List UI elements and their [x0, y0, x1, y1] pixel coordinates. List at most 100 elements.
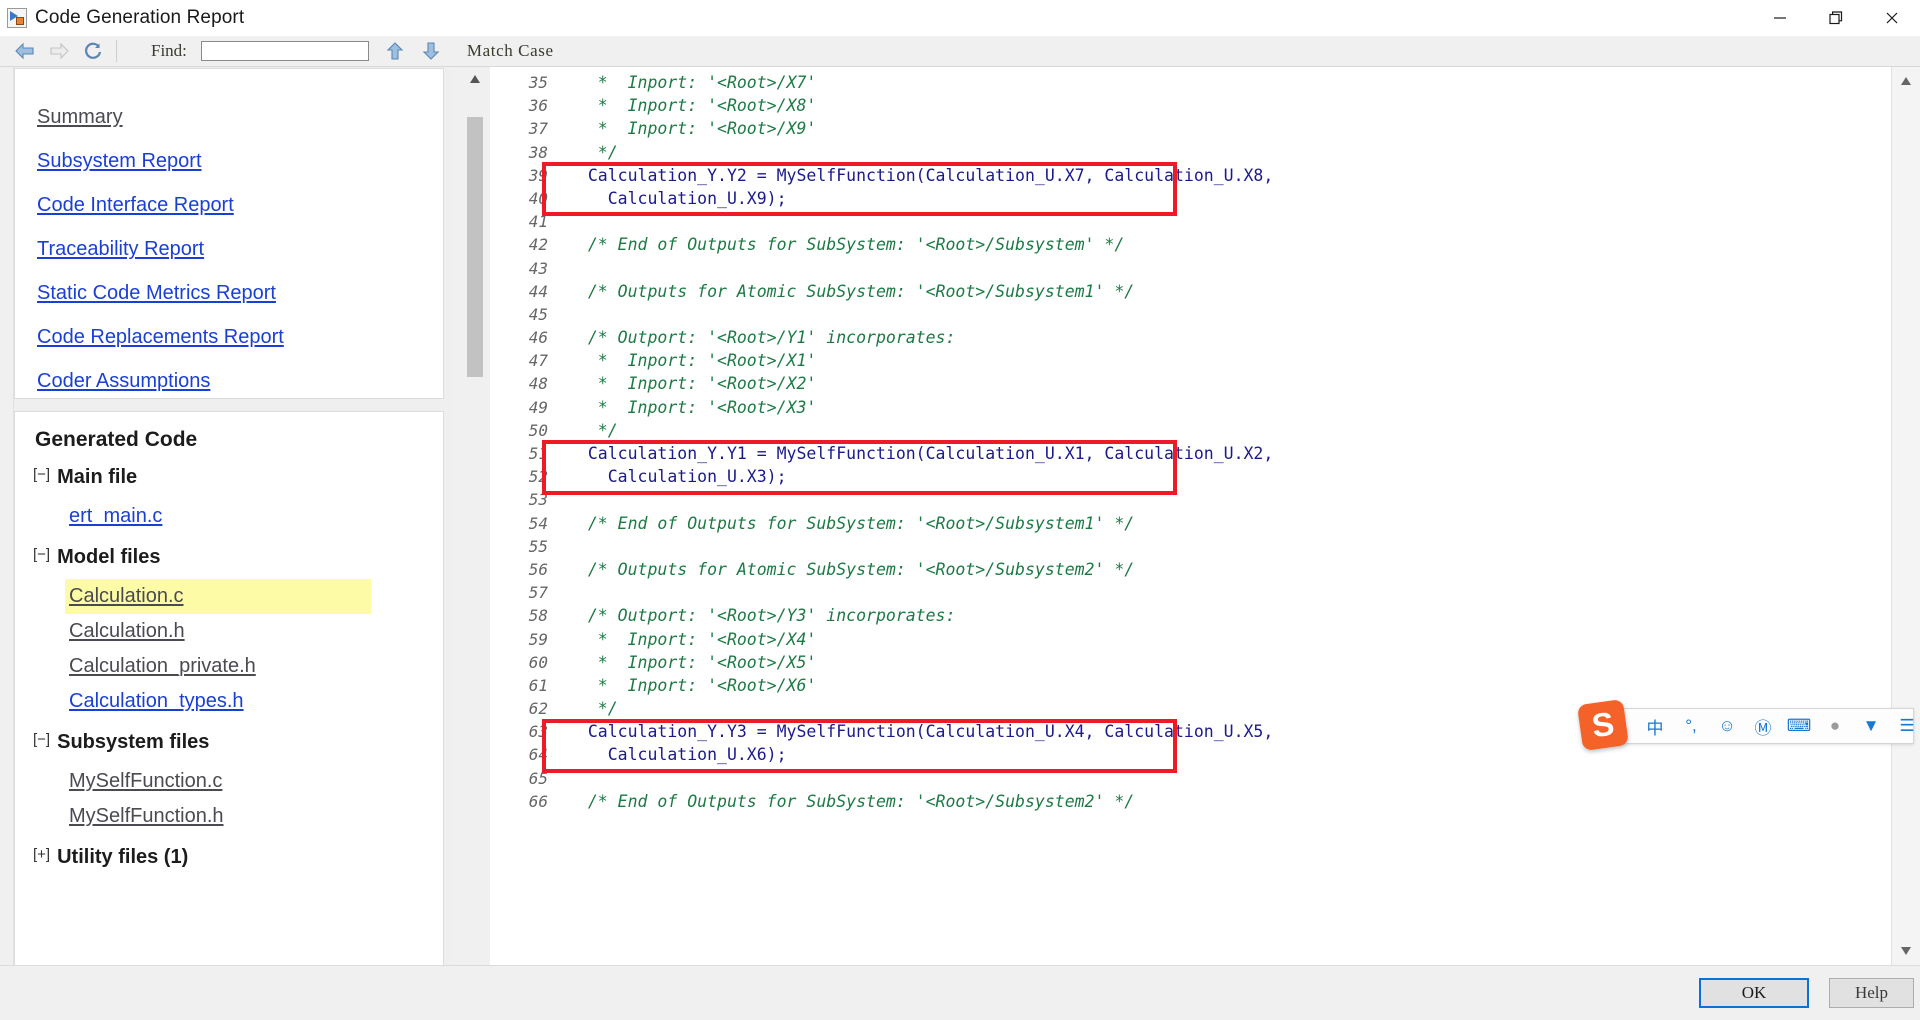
line-number: 50 — [528, 420, 548, 440]
line-number: 55 — [528, 536, 548, 556]
voice-input-icon[interactable]: Ⓜ — [1745, 709, 1781, 743]
line-number: 37 — [528, 119, 548, 139]
tree-file-link[interactable]: ert_main.c — [69, 499, 162, 534]
code-line: 53 — [490, 490, 1892, 513]
sidebar-report-link[interactable]: Code Replacements Report — [37, 315, 284, 359]
sogou-logo-icon[interactable]: S — [1577, 699, 1629, 751]
sidebar-report-link[interactable]: Static Code Metrics Report — [37, 271, 276, 315]
close-icon[interactable] — [1864, 0, 1920, 36]
code-line: 65 — [490, 769, 1892, 792]
report-links-panel: Summary Subsystem Report Code Interface Re… — [14, 68, 444, 399]
scroll-thumb[interactable] — [467, 117, 483, 377]
code-line: 39 Calculation_Y.Y2 = MySelfFunction(Cal… — [490, 166, 1892, 189]
tree-file-link[interactable]: Calculation.h — [69, 614, 185, 649]
forward-arrow-icon[interactable] — [42, 37, 76, 65]
line-number: 44 — [528, 281, 548, 301]
soft-keyboard-icon[interactable]: ⌨ — [1781, 709, 1817, 743]
find-toolbar: Find: Match Case — [0, 36, 1920, 67]
code-line: 61 * Inport: '<Root>/X6' — [490, 676, 1892, 699]
emoji-icon[interactable]: ☺ — [1709, 709, 1745, 743]
refresh-icon[interactable] — [76, 37, 110, 65]
sidebar-report-link[interactable]: Coder Assumptions — [37, 359, 210, 398]
collapse-icon[interactable]: [−] — [33, 731, 50, 748]
code-line: 57 — [490, 583, 1892, 606]
collapse-icon[interactable]: [−] — [33, 546, 50, 563]
line-number: 59 — [528, 629, 548, 649]
line-number: 42 — [528, 235, 548, 255]
tree-file-link[interactable]: Calculation.c — [65, 579, 371, 614]
tree-group-header[interactable]: [+] Utility files (1) — [33, 846, 443, 869]
chinese-mode-icon[interactable]: 中 — [1637, 709, 1673, 743]
collapse-icon[interactable]: [−] — [33, 466, 50, 483]
code-line: 44 /* Outputs for Atomic SubSystem: '<Ro… — [490, 282, 1892, 305]
expand-icon[interactable]: [+] — [33, 846, 50, 863]
line-number: 39 — [528, 165, 548, 185]
ok-button[interactable]: OK — [1699, 978, 1809, 1008]
code-line: 58 /* Outport: '<Root>/Y3' incorporates: — [490, 606, 1892, 629]
help-button[interactable]: Help — [1829, 978, 1914, 1008]
code-line: 48 * Inport: '<Root>/X2' — [490, 374, 1892, 397]
tree-file-link[interactable]: Calculation_private.h — [69, 649, 256, 684]
find-previous-icon[interactable] — [381, 37, 409, 65]
toolbox-icon[interactable]: ☰ — [1889, 709, 1920, 743]
line-number: 51 — [528, 444, 548, 463]
scroll-up-icon-right[interactable] — [1898, 73, 1914, 89]
code-line: 60 * Inport: '<Root>/X5' — [490, 653, 1892, 676]
code-text: * Inport: '<Root>/X4' — [568, 629, 817, 649]
tree-group-label: Model files — [57, 546, 161, 568]
code-text: Calculation_U.X6); — [568, 745, 787, 765]
sidebar-report-link[interactable]: Code Interface Report — [37, 183, 234, 227]
code-line: 59 * Inport: '<Root>/X4' — [490, 630, 1892, 653]
report-icon — [7, 8, 27, 28]
minimize-icon[interactable] — [1752, 0, 1808, 36]
line-number: 35 — [528, 73, 548, 92]
line-number: 45 — [528, 304, 548, 324]
left-pane-scrollbar[interactable] — [0, 67, 14, 965]
punctuation-mode-icon[interactable]: °, — [1673, 709, 1709, 743]
ime-toolbar[interactable]: 中 °, ☺ Ⓜ ⌨ ● ▼ ☰ — [1594, 708, 1915, 744]
code-line: 52 Calculation_U.X3); — [490, 467, 1892, 490]
back-arrow-icon[interactable] — [8, 37, 42, 65]
tree-file-link[interactable]: Calculation_types.h — [69, 684, 244, 719]
find-next-icon[interactable] — [417, 37, 445, 65]
code-text: Calculation_U.X9); — [568, 188, 787, 208]
user-account-icon[interactable]: ● — [1817, 709, 1853, 743]
tree-group-header[interactable]: [−] Main file — [33, 466, 443, 489]
pane-splitter[interactable] — [452, 67, 462, 965]
code-line: 37 * Inport: '<Root>/X9' — [490, 119, 1892, 142]
navigation-pane: Summary Subsystem Report Code Interface Re… — [0, 67, 452, 1018]
skin-icon[interactable]: ▼ — [1853, 709, 1889, 743]
code-listing[interactable]: 35 * Inport: '<Root>/X7' 36 * Inport: '<R… — [490, 67, 1892, 965]
tree-group-header[interactable]: [−] Subsystem files — [33, 731, 443, 754]
code-text: Calculation_Y.Y1 = MySelfFunction(Calcul… — [568, 444, 1274, 463]
code-outer-scrollbar[interactable] — [1891, 67, 1920, 965]
match-case-label[interactable]: Match Case — [467, 41, 554, 61]
code-text: * Inport: '<Root>/X3' — [568, 397, 817, 417]
tree-file-link[interactable]: MySelfFunction.h — [69, 799, 224, 834]
code-text: /* End of Outputs for SubSystem: '<Root>… — [568, 791, 1135, 811]
scroll-down-icon-right[interactable] — [1898, 943, 1914, 959]
code-generation-report-window: Code Generation Report Find: Match Case … — [0, 0, 1920, 1020]
sidebar-report-link[interactable]: Summary — [37, 95, 123, 139]
sidebar-report-link[interactable]: Traceability Report — [37, 227, 204, 271]
code-text: /* Outputs for Atomic SubSystem: '<Root>… — [568, 559, 1135, 579]
code-line: 66 /* End of Outputs for SubSystem: '<Ro… — [490, 792, 1892, 815]
code-inner-scrollbar[interactable] — [462, 67, 490, 965]
scroll-up-icon[interactable] — [467, 71, 483, 87]
generated-code-title: Generated Code — [35, 428, 198, 451]
tree-group-header[interactable]: [−] Model files — [33, 546, 443, 569]
code-text: * Inport: '<Root>/X2' — [568, 374, 817, 394]
code-text: * Inport: '<Root>/X7' — [568, 73, 817, 92]
title-bar: Code Generation Report — [0, 0, 1920, 36]
search-input[interactable] — [200, 41, 369, 61]
sidebar-report-link[interactable]: Subsystem Report — [37, 139, 202, 183]
tree-file-link[interactable]: MySelfFunction.c — [69, 764, 222, 799]
line-number: 60 — [528, 652, 548, 672]
code-text: /* End of Outputs for SubSystem: '<Root>… — [568, 513, 1135, 533]
restore-icon[interactable] — [1808, 0, 1864, 36]
generated-code-panel: Generated Code [−] Main file ert_main.c [−]… — [14, 411, 444, 1018]
line-number: 63 — [528, 722, 548, 742]
line-number: 64 — [528, 745, 548, 765]
code-line: 45 — [490, 305, 1892, 328]
line-number: 57 — [528, 583, 548, 603]
